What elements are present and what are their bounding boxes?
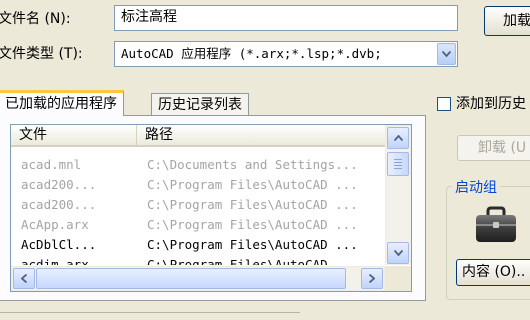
list-item-file: acad200... <box>21 177 97 192</box>
list-item-file: AcApp.arx <box>21 217 89 232</box>
list-item[interactable]: acad.mnl C:\Documents and Settings... <box>11 155 385 175</box>
contents-button[interactable]: 内容 (O).. <box>456 259 530 286</box>
horizontal-scroll-thumb[interactable] <box>36 268 346 289</box>
list-item-file: acad200... <box>21 197 97 212</box>
file-name-input[interactable]: 标注高程 <box>114 5 458 31</box>
horizontal-scrollbar[interactable] <box>11 266 385 291</box>
arrow-up-icon <box>393 135 403 141</box>
startup-group-label: 启动组 <box>452 177 500 197</box>
tab-history-list[interactable]: 历史记录列表 <box>151 93 249 116</box>
list-item-path: C:\Program Files\AutoCAD ... <box>147 237 358 252</box>
list-item[interactable]: acad200... C:\Program Files\AutoCAD ... <box>11 175 385 195</box>
list-item-path: C:\Program Files\AutoCAD ... <box>147 257 358 265</box>
file-type-value: AutoCAD 应用程序 (*.arx;*.lsp;*.dvb; <box>121 46 382 61</box>
unload-button[interactable]: 卸载 (U <box>457 135 530 161</box>
add-to-history-label: 添加到历史 <box>456 96 526 112</box>
chevron-down-icon <box>442 51 451 57</box>
scroll-right-button[interactable] <box>361 268 383 289</box>
list-item-path: C:\Documents and Settings... <box>147 157 358 172</box>
vertical-scroll-thumb[interactable] <box>387 152 409 176</box>
file-type-label: 文件类型 (T): <box>0 46 83 62</box>
file-type-select[interactable]: AutoCAD 应用程序 (*.arx;*.lsp;*.dvb; <box>114 41 458 67</box>
scroll-corner <box>385 266 411 291</box>
file-name-label: 文件名 (N): <box>0 11 71 27</box>
list-item-path: C:\Program Files\AutoCAD ... <box>147 177 358 192</box>
file-type-dropdown-button[interactable] <box>437 43 456 65</box>
thumb-grip <box>394 159 402 169</box>
bottom-divider <box>0 312 300 315</box>
list-item-path: C:\Program Files\AutoCAD ... <box>147 217 358 232</box>
loaded-apps-list[interactable]: 文件 路径 acad.mnl C:\Documents and Settings… <box>10 124 412 292</box>
list-item-file: acad.mnl <box>21 157 82 172</box>
list-item-file: AcDblCl... <box>21 237 97 252</box>
list-item[interactable]: AcDblCl... C:\Program Files\AutoCAD ... <box>11 235 385 255</box>
briefcase-icon[interactable] <box>474 206 518 244</box>
column-header-path[interactable]: 路径 <box>137 125 385 145</box>
column-header-file[interactable]: 文件 <box>11 125 137 145</box>
list-item[interactable]: AcApp.arx C:\Program Files\AutoCAD ... <box>11 215 385 235</box>
tab-loaded-apps[interactable]: 已加载的应用程序 <box>0 90 124 116</box>
arrow-left-icon <box>21 274 27 283</box>
list-item-file: acdim.arx <box>21 257 89 265</box>
arrow-down-icon <box>393 250 403 256</box>
list-header: 文件 路径 <box>11 125 385 147</box>
arrow-right-icon <box>369 274 375 283</box>
scroll-down-button[interactable] <box>387 242 409 264</box>
scroll-up-button[interactable] <box>387 127 409 149</box>
vertical-scrollbar[interactable] <box>385 125 411 265</box>
list-item[interactable]: acdim.arx C:\Program Files\AutoCAD ... <box>11 255 385 265</box>
add-to-history-checkbox[interactable] <box>437 97 451 111</box>
load-button[interactable]: 加载 <box>484 6 530 36</box>
list-item-path: C:\Program Files\AutoCAD ... <box>147 197 358 212</box>
scroll-left-button[interactable] <box>13 268 35 289</box>
list-item[interactable]: acad200... C:\Program Files\AutoCAD ... <box>11 195 385 215</box>
